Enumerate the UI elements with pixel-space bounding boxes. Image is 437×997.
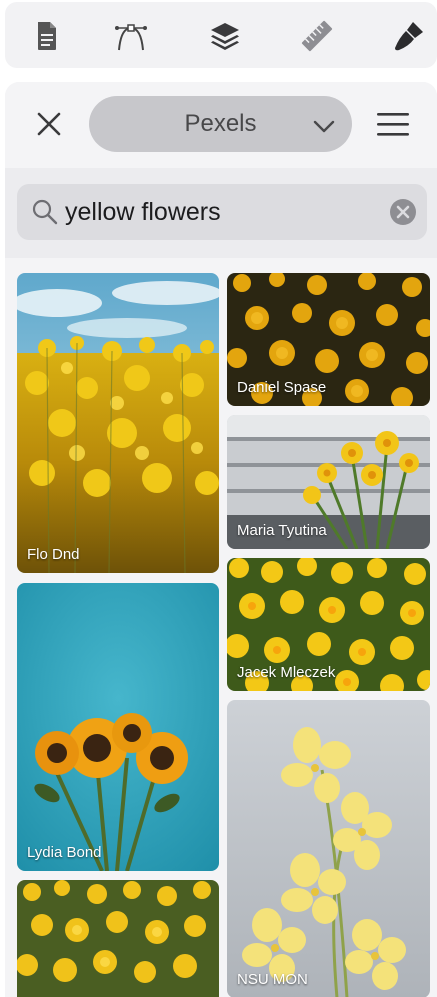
search-box [17, 184, 427, 240]
search-area [5, 168, 437, 258]
photo-tile[interactable]: Jacek Mleczek [227, 558, 430, 691]
photo-tile[interactable]: Daniel Spase [227, 273, 430, 406]
layers-tool-button[interactable] [205, 16, 245, 56]
photo-author: Maria Tyutina [237, 522, 327, 539]
photo-yellow-blossoms [17, 880, 219, 997]
photo-sunflowers [17, 583, 219, 871]
photo-tile[interactable]: Maria Tyutina [227, 415, 430, 549]
image-search-panel: Pexels yellow flowers Flo Dnd Daniel Spa… [5, 82, 437, 997]
chevron-down-icon [313, 120, 335, 133]
pen-path-tool-button[interactable] [111, 16, 151, 56]
photo-pale-yellow-flowers [227, 700, 430, 997]
document-icon [38, 22, 56, 50]
brush-tool-button[interactable] [389, 16, 429, 56]
panel-header: Pexels [5, 82, 437, 168]
photo-tile[interactable] [17, 880, 219, 997]
photo-author: Jacek Mleczek [237, 664, 336, 681]
source-dropdown[interactable]: Pexels [89, 96, 352, 152]
photo-tile[interactable]: Lydia Bond [17, 583, 219, 871]
search-icon [32, 199, 58, 225]
photo-author: Lydia Bond [27, 844, 102, 861]
photo-rapeseed-field [17, 273, 219, 573]
clear-search-icon[interactable] [389, 198, 417, 226]
pen-path-icon [115, 24, 147, 51]
menu-button[interactable] [373, 106, 413, 142]
hamburger-menu-icon [377, 113, 409, 136]
photo-grid: Flo Dnd Daniel Spase Maria Tyutina Jacek… [5, 258, 437, 997]
search-input[interactable] [65, 192, 385, 232]
document-tool-button[interactable] [27, 16, 67, 56]
top-toolbar [5, 2, 437, 68]
close-button[interactable] [31, 106, 67, 142]
brush-icon [395, 22, 423, 51]
ruler-tool-button[interactable] [297, 16, 337, 56]
photo-tile[interactable]: NSU MON [227, 700, 430, 997]
close-icon [37, 112, 61, 136]
photo-tile[interactable]: Flo Dnd [17, 273, 219, 573]
photo-author: Daniel Spase [237, 379, 327, 396]
layers-icon [211, 23, 239, 50]
photo-author: NSU MON [237, 971, 308, 988]
photo-author: Flo Dnd [27, 546, 80, 563]
ruler-icon [301, 20, 333, 52]
